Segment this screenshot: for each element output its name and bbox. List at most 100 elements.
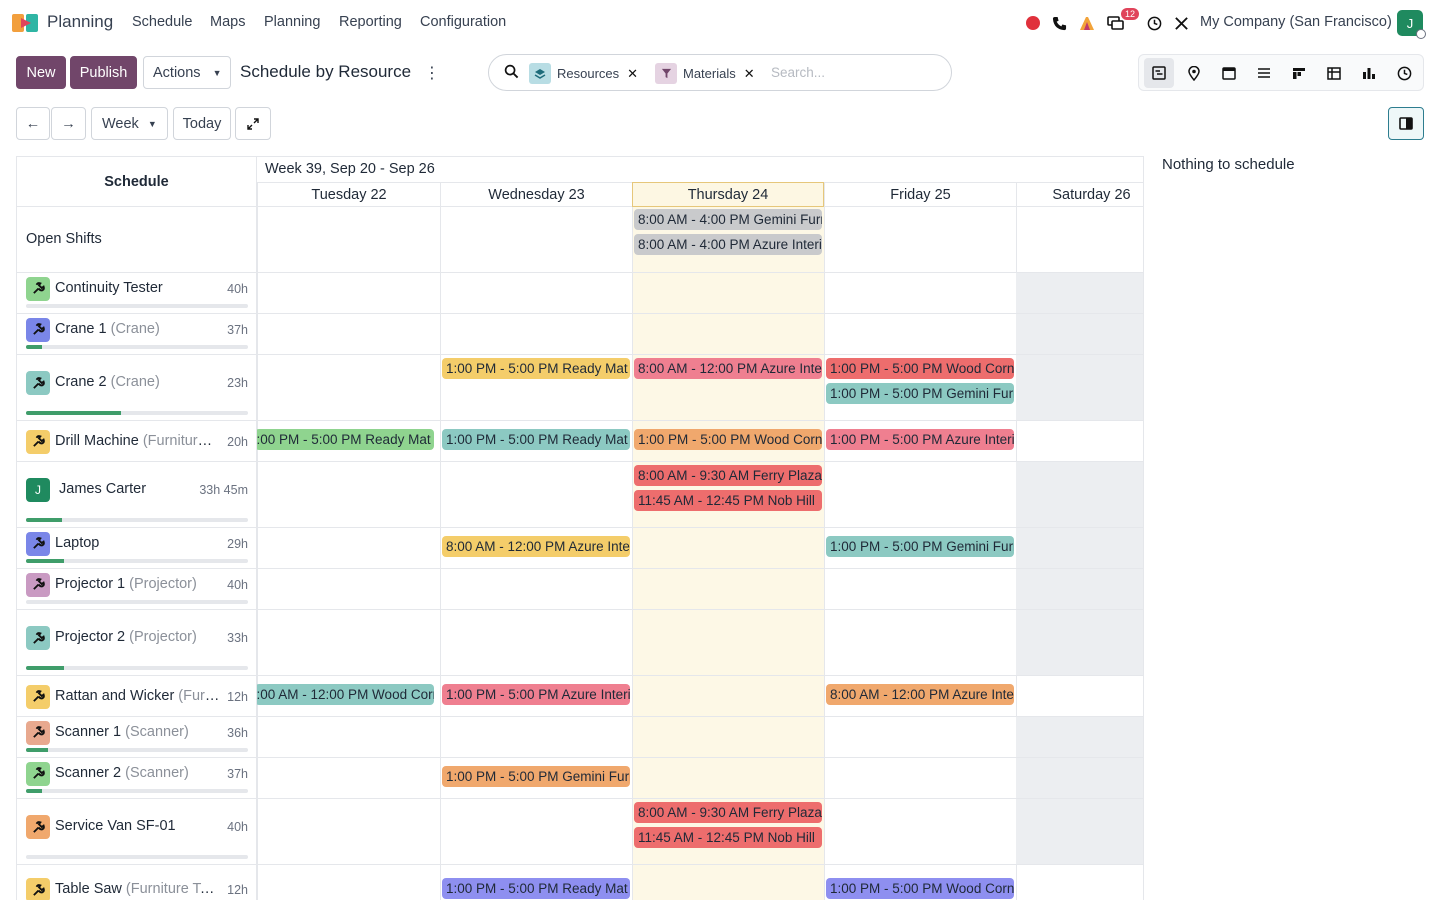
shift-pill[interactable]: 1:00 PM - 5:00 PM Wood Corner — [826, 877, 1014, 899]
resource-hours: 33h — [227, 631, 248, 645]
row-header[interactable]: Laptop 29h — [17, 528, 257, 568]
wrench-icon — [26, 720, 50, 745]
shift-pill[interactable]: 8:00 AM - 4:00 PM Gemini Furniture — [634, 209, 822, 230]
resource-role: (Crane) — [106, 374, 160, 390]
unavailable-cell — [1016, 569, 1143, 609]
gantt-row: Projector 1 (Projector) 40h — [17, 569, 1143, 610]
workload-progress-fill — [26, 345, 42, 349]
shift-pill[interactable]: 8:00 AM - 12:00 PM Azure Interior — [634, 358, 822, 379]
shift-pill[interactable]: 11:45 AM - 12:45 PM Nob Hill — [634, 827, 822, 848]
menu-planning[interactable]: Planning — [264, 14, 320, 30]
row-header[interactable]: Drill Machine (Furniture Tools) 20h — [17, 421, 257, 461]
menu-schedule[interactable]: Schedule — [132, 14, 192, 30]
row-header[interactable]: Projector 2 (Projector) 33h — [17, 610, 257, 675]
row-header[interactable]: Crane 1 (Crane) 37h — [17, 314, 257, 354]
kebab-menu-icon[interactable]: ⋮ — [424, 63, 440, 83]
row-header[interactable]: Continuity Tester 40h — [17, 273, 257, 313]
side-panel-message: Nothing to schedule — [1162, 156, 1295, 173]
calendar-view-icon[interactable] — [1214, 58, 1244, 88]
actions-label: Actions — [153, 64, 201, 81]
resource-role: (Projector) — [125, 575, 197, 592]
row-header[interactable]: Projector 1 (Projector) 40h — [17, 569, 257, 609]
scale-dropdown[interactable]: Week ▼ — [91, 107, 168, 140]
shift-pill[interactable]: 1:00 PM - 5:00 PM Wood Corner — [826, 358, 1014, 379]
today-button[interactable]: Today — [173, 107, 231, 140]
presence-status-icon — [1416, 29, 1426, 39]
row-header[interactable]: Crane 2 (Crane) 23h — [17, 355, 257, 420]
row-header[interactable]: Open Shifts — [17, 207, 257, 272]
menu-maps[interactable]: Maps — [210, 14, 245, 30]
shift-pill[interactable]: 8:00 AM - 12:00 PM Azure Interior — [826, 684, 1014, 705]
map-view-icon[interactable] — [1179, 58, 1209, 88]
new-button[interactable]: New — [16, 56, 66, 89]
caret-down-icon: ▼ — [147, 118, 157, 129]
phone-icon[interactable] — [1050, 14, 1068, 32]
shift-pill[interactable]: 11:45 AM - 12:45 PM Nob Hill — [634, 490, 822, 511]
actions-dropdown[interactable]: Actions ▼ — [143, 56, 231, 89]
row-header[interactable]: J James Carter 33h 45m — [17, 462, 257, 527]
shift-pill[interactable]: 1:00 PM - 5:00 PM Gemini Furniture — [826, 536, 1014, 557]
facet-remove-icon[interactable]: ✕ — [744, 66, 755, 82]
shift-pill[interactable]: 1:00 PM - 5:00 PM Ready Mat — [442, 358, 630, 379]
list-view-icon[interactable] — [1249, 58, 1279, 88]
activity-clock-icon[interactable] — [1145, 14, 1163, 32]
facet-materials[interactable]: Materials ✕ — [655, 63, 755, 84]
row-header[interactable]: Service Van SF-01 40h — [17, 799, 257, 864]
gantt-row: Projector 2 (Projector) 33h — [17, 610, 1143, 676]
menu-reporting[interactable]: Reporting — [339, 14, 402, 30]
shift-pill[interactable]: 1:00 PM - 5:00 PM Ready Mat — [442, 877, 630, 899]
shift-pill[interactable]: 8:00 AM - 9:30 AM Ferry Plaza — [634, 802, 822, 823]
shift-pill[interactable]: 1:00 PM - 5:00 PM Ready Mat — [255, 429, 434, 450]
week-label: Week 39, Sep 20 - Sep 26 — [265, 161, 435, 177]
row-header[interactable]: Table Saw (Furniture Tools) 12h — [17, 865, 257, 900]
unavailable-cell — [1016, 273, 1143, 313]
company-switcher[interactable]: My Company (San Francisco) — [1200, 14, 1392, 30]
ai-assistant-icon[interactable] — [1078, 14, 1096, 32]
record-status-icon[interactable] — [1024, 14, 1042, 32]
graph-view-icon[interactable] — [1354, 58, 1384, 88]
shift-pill[interactable]: 1:00 PM - 5:00 PM Gemini Furniture — [442, 766, 630, 787]
row-header[interactable]: Rattan and Wicker (Furniture Tools) 12h — [17, 676, 257, 716]
gantt-view-icon[interactable] — [1144, 58, 1174, 88]
shift-pill[interactable]: 1:00 PM - 5:00 PM Wood Corner — [634, 429, 822, 450]
shift-pill[interactable]: 8:00 AM - 12:00 PM Wood Corner — [255, 684, 434, 705]
row-header[interactable]: Scanner 2 (Scanner) 37h — [17, 758, 257, 798]
resource-hours: 33h 45m — [199, 483, 248, 497]
facet-resources[interactable]: Resources ✕ — [529, 63, 638, 84]
shift-pill[interactable]: 1:00 PM - 5:00 PM Gemini Furniture — [826, 383, 1014, 404]
next-period-button[interactable]: → — [51, 107, 86, 140]
menu-configuration[interactable]: Configuration — [420, 14, 506, 30]
facet-resources-label: Resources — [557, 66, 620, 81]
previous-period-button[interactable]: ← — [16, 107, 50, 140]
gantt-row: 8:00 AM - 4:00 PM Gemini Furniture 8:00 A… — [17, 207, 1143, 273]
shift-pill[interactable]: 8:00 AM - 12:00 PM Azure Interior — [442, 536, 630, 557]
planning-app-logo-icon[interactable] — [12, 12, 40, 34]
row-header[interactable]: Scanner 1 (Scanner) 36h — [17, 717, 257, 757]
resource-name: James Carter — [59, 481, 147, 497]
resource-name: Laptop — [55, 534, 100, 551]
tools-icon[interactable] — [1172, 14, 1190, 32]
side-panel-toggle-icon[interactable] — [1388, 107, 1424, 140]
kanban-view-icon[interactable] — [1284, 58, 1314, 88]
search-icon[interactable] — [504, 64, 519, 82]
facet-remove-icon[interactable]: ✕ — [627, 66, 638, 82]
user-avatar[interactable]: J — [1397, 10, 1426, 39]
wrench-icon — [26, 429, 50, 454]
shift-pill[interactable]: 1:00 PM - 5:00 PM Ready Mat — [442, 429, 630, 450]
resource-hours: 12h — [227, 689, 248, 704]
app-name[interactable]: Planning — [47, 12, 113, 32]
publish-button[interactable]: Publish — [70, 56, 137, 89]
resource-name: Projector 2 (Projector) — [55, 629, 197, 645]
shift-pill[interactable]: 8:00 AM - 9:30 AM Ferry Plaza — [634, 465, 822, 486]
wrench-icon — [26, 371, 50, 395]
pivot-view-icon[interactable] — [1319, 58, 1349, 88]
shift-pill[interactable]: 8:00 AM - 4:00 PM Azure Interior — [634, 234, 822, 255]
search-input[interactable]: Search... — [771, 65, 825, 80]
expand-icon[interactable] — [235, 107, 271, 140]
resource-hours: 36h — [227, 725, 248, 740]
activity-view-icon[interactable] — [1389, 58, 1419, 88]
resource-role: (Scanner) — [121, 764, 189, 781]
shift-pill[interactable]: 1:00 PM - 5:00 PM Azure Interior — [442, 684, 630, 705]
day-header-4: Friday 25 — [824, 182, 1016, 207]
shift-pill[interactable]: 1:00 PM - 5:00 PM Azure Interior — [826, 429, 1014, 450]
